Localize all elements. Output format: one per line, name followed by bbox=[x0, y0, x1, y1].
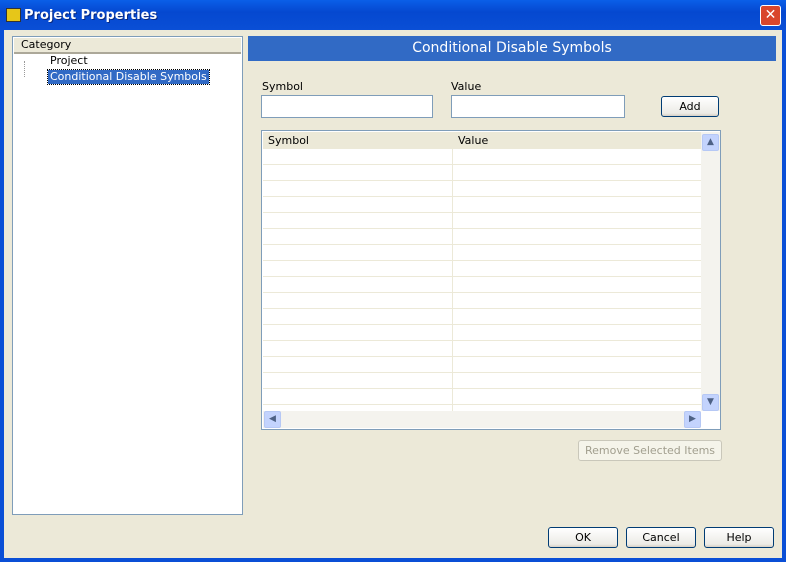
table-row[interactable] bbox=[263, 325, 701, 341]
table-row[interactable] bbox=[263, 293, 701, 309]
tree-item-project[interactable]: Project bbox=[48, 54, 90, 68]
tree-lines bbox=[24, 61, 41, 77]
symbol-input[interactable] bbox=[261, 95, 433, 118]
scroll-left-icon[interactable]: ◀ bbox=[264, 411, 281, 428]
project-properties-dialog: Project Properties ✕ Category Project Co… bbox=[0, 0, 786, 562]
column-header-value[interactable]: Value bbox=[453, 132, 701, 149]
scroll-down-icon[interactable]: ▼ bbox=[702, 394, 719, 411]
value-input[interactable] bbox=[451, 95, 625, 118]
close-button[interactable]: ✕ bbox=[760, 5, 781, 26]
remove-selected-items-button[interactable]: Remove Selected Items bbox=[578, 440, 722, 461]
table-row[interactable] bbox=[263, 149, 701, 165]
ok-button[interactable]: OK bbox=[548, 527, 618, 548]
window-title: Project Properties bbox=[24, 8, 158, 23]
add-button[interactable]: Add bbox=[661, 96, 719, 117]
table-row[interactable] bbox=[263, 373, 701, 389]
table-row[interactable] bbox=[263, 245, 701, 261]
tree-item-conditional-disable-symbols[interactable]: Conditional Disable Symbols bbox=[47, 69, 210, 85]
category-tree: Category Project Conditional Disable Sym… bbox=[12, 36, 243, 515]
table-row[interactable] bbox=[263, 277, 701, 293]
category-header: Category bbox=[14, 38, 241, 54]
column-divider bbox=[452, 132, 453, 412]
column-header-symbol[interactable]: Symbol bbox=[263, 132, 453, 149]
table-row[interactable] bbox=[263, 181, 701, 197]
horizontal-scrollbar[interactable]: ◀ ▶ bbox=[263, 411, 701, 428]
panel-title: Conditional Disable Symbols bbox=[248, 36, 776, 61]
symbol-label: Symbol bbox=[262, 80, 303, 93]
scroll-up-icon[interactable]: ▲ bbox=[702, 134, 719, 151]
vertical-scrollbar[interactable]: ▲ ▼ bbox=[701, 132, 720, 411]
table-row[interactable] bbox=[263, 197, 701, 213]
symbols-table[interactable]: Symbol Value ▲ ▼ ◀ ▶ bbox=[261, 130, 721, 430]
cancel-button[interactable]: Cancel bbox=[626, 527, 696, 548]
table-row[interactable] bbox=[263, 357, 701, 373]
table-row[interactable] bbox=[263, 229, 701, 245]
table-row[interactable] bbox=[263, 213, 701, 229]
table-row[interactable] bbox=[263, 165, 701, 181]
table-row[interactable] bbox=[263, 389, 701, 405]
table-row[interactable] bbox=[263, 341, 701, 357]
table-row[interactable] bbox=[263, 261, 701, 277]
labview-app-icon bbox=[6, 8, 21, 22]
help-button[interactable]: Help bbox=[704, 527, 774, 548]
title-bar: Project Properties ✕ bbox=[0, 0, 786, 30]
value-label: Value bbox=[451, 80, 482, 93]
scroll-right-icon[interactable]: ▶ bbox=[684, 411, 701, 428]
table-row[interactable] bbox=[263, 309, 701, 325]
